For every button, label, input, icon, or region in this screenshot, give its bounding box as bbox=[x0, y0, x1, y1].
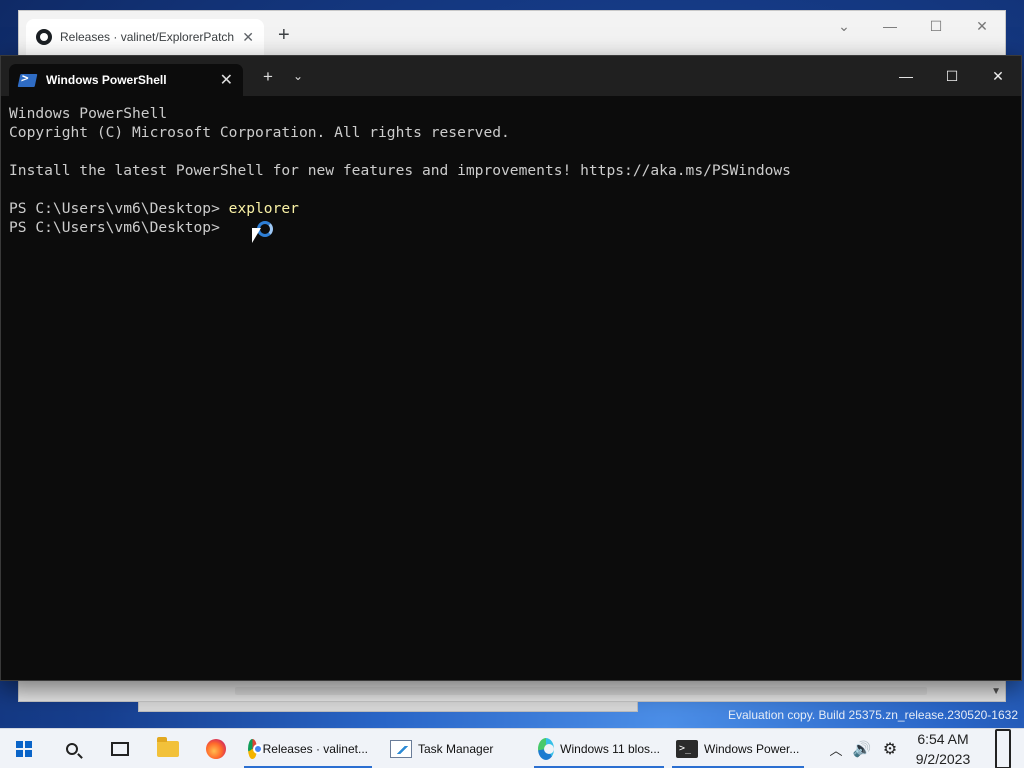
terminal-line: Install the latest PowerShell for new fe… bbox=[9, 162, 791, 179]
terminal-prompt-line: PS C:\Users\vm6\Desktop> explorer bbox=[9, 199, 1013, 218]
windows-logo-icon bbox=[16, 740, 32, 757]
terminal-prompt: PS C:\Users\vm6\Desktop> bbox=[9, 200, 229, 217]
terminal-maximize-button[interactable]: ☐ bbox=[929, 56, 975, 96]
taskbar-app-label: Windows Power... bbox=[704, 741, 800, 756]
terminal-prompt-line: PS C:\Users\vm6\Desktop> bbox=[9, 218, 1013, 237]
browser-window-controls: ⌄ — ☐ ✕ bbox=[821, 11, 1005, 41]
browser-bottom-strip: ▼ bbox=[19, 679, 1005, 701]
task-view-icon bbox=[111, 741, 129, 756]
clock-time: 6:54 AM bbox=[917, 731, 969, 747]
clock[interactable]: 6:54 AM 9/2/2023 bbox=[904, 729, 982, 768]
taskbar-app-chrome[interactable]: Releases · valinet... bbox=[240, 729, 376, 768]
browser-tab-title: Releases · valinet/ExplorerPatcher bbox=[60, 30, 235, 44]
firefox-icon bbox=[206, 738, 226, 759]
browser-tab-search-icon[interactable]: ⌄ bbox=[821, 11, 867, 41]
browser-tab-close-icon[interactable]: ✕ bbox=[242, 29, 254, 46]
browser-tab[interactable]: Releases · valinet/ExplorerPatcher ✕ bbox=[26, 19, 264, 55]
taskbar-app-terminal[interactable]: >_ Windows Power... bbox=[668, 729, 808, 768]
taskbar-app-label: Windows 11 blos... bbox=[560, 741, 660, 756]
start-button[interactable] bbox=[0, 729, 48, 768]
notification-icon bbox=[995, 729, 1011, 768]
task-view-button[interactable] bbox=[96, 729, 144, 768]
terminal-output[interactable]: Windows PowerShell Copyright (C) Microso… bbox=[9, 104, 1013, 672]
terminal-close-button[interactable]: ✕ bbox=[975, 56, 1021, 96]
browser-maximize-button[interactable]: ☐ bbox=[913, 11, 959, 41]
browser-minimize-button[interactable]: — bbox=[867, 11, 913, 41]
scroll-down-arrow-icon[interactable]: ▼ bbox=[991, 686, 1001, 697]
browser-horizontal-scrollbar[interactable] bbox=[235, 687, 927, 695]
folder-icon bbox=[157, 736, 179, 757]
terminal-window[interactable]: Windows PowerShell ✕ + ⌄ — ☐ ✕ Windows P… bbox=[0, 55, 1022, 681]
browser-close-button[interactable]: ✕ bbox=[959, 11, 1005, 41]
terminal-tab-close-icon[interactable]: ✕ bbox=[220, 70, 233, 90]
clock-date: 9/2/2023 bbox=[915, 751, 971, 767]
terminal-line: Windows PowerShell bbox=[9, 105, 168, 122]
terminal-icon: >_ bbox=[676, 739, 698, 758]
mouse-cursor-icon bbox=[252, 228, 261, 243]
settings-gear-icon[interactable]: ⚙ bbox=[876, 729, 904, 768]
github-icon bbox=[36, 29, 52, 45]
browser-new-tab-button[interactable]: + bbox=[278, 25, 290, 45]
powershell-icon bbox=[17, 73, 38, 87]
edge-icon bbox=[538, 737, 555, 760]
terminal-prompt: PS C:\Users\vm6\Desktop> bbox=[9, 219, 229, 236]
terminal-minimize-button[interactable]: — bbox=[883, 56, 929, 96]
taskbar-app-edge[interactable]: Windows 11 blos... bbox=[530, 729, 668, 768]
chrome-icon bbox=[248, 738, 263, 759]
task-manager-icon bbox=[390, 739, 412, 758]
terminal-line: Copyright (C) Microsoft Corporation. All… bbox=[9, 124, 510, 141]
search-icon bbox=[66, 742, 78, 755]
show-hidden-icons-chevron-icon[interactable]: ︿ bbox=[824, 729, 848, 768]
file-explorer-button[interactable] bbox=[144, 729, 192, 768]
terminal-command: explorer bbox=[228, 200, 299, 217]
terminal-titlebar[interactable]: Windows PowerShell ✕ + ⌄ — ☐ ✕ bbox=[1, 56, 1021, 96]
terminal-new-tab-button[interactable]: + bbox=[263, 67, 273, 87]
terminal-window-controls: — ☐ ✕ bbox=[883, 56, 1021, 96]
terminal-tab-title: Windows PowerShell bbox=[46, 73, 167, 87]
volume-icon[interactable]: 🔊 bbox=[848, 729, 876, 768]
notification-center-button[interactable] bbox=[982, 729, 1024, 768]
search-button[interactable] bbox=[48, 729, 96, 768]
terminal-tab[interactable]: Windows PowerShell ✕ bbox=[9, 64, 243, 96]
system-tray: ︿ 🔊 ⚙ 6:54 AM 9/2/2023 bbox=[824, 729, 1024, 768]
taskbar: Releases · valinet... Task Manager Windo… bbox=[0, 728, 1024, 768]
taskbar-app-label: Releases · valinet... bbox=[262, 741, 368, 756]
taskbar-app-label: Task Manager bbox=[418, 741, 494, 756]
evaluation-watermark: Evaluation copy. Build 25375.zn_release.… bbox=[728, 708, 1018, 722]
taskbar-app-task-manager[interactable]: Task Manager bbox=[382, 729, 530, 768]
terminal-profile-dropdown-icon[interactable]: ⌄ bbox=[293, 69, 303, 83]
firefox-button[interactable] bbox=[192, 729, 240, 768]
